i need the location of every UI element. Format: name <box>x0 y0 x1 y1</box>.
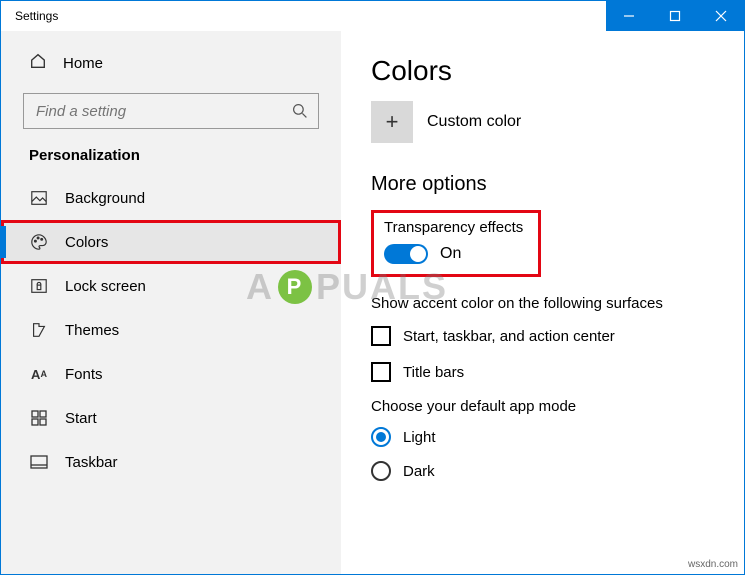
sidebar-item-label: Colors <box>65 234 108 251</box>
transparency-label: Transparency effects <box>384 219 528 236</box>
sidebar-item-start[interactable]: Start <box>1 396 341 440</box>
sidebar-item-background[interactable]: Background <box>1 176 341 220</box>
check-start-taskbar[interactable]: Start, taskbar, and action center <box>371 326 714 346</box>
transparency-toggle-row: On <box>384 244 528 264</box>
sidebar-item-label: Lock screen <box>65 278 146 295</box>
radio-icon[interactable] <box>371 461 391 481</box>
search-input[interactable] <box>34 102 292 121</box>
sidebar-item-colors[interactable]: Colors <box>1 220 341 264</box>
more-options-heading: More options <box>371 173 714 196</box>
sidebar-item-label: Start <box>65 410 97 427</box>
radio-icon[interactable] <box>371 427 391 447</box>
check-title-bars[interactable]: Title bars <box>371 362 714 382</box>
custom-color-row[interactable]: + Custom color <box>371 101 714 143</box>
settings-window: Settings Home <box>0 0 745 575</box>
close-icon <box>715 10 727 22</box>
home-nav[interactable]: Home <box>1 41 341 85</box>
source-label: wsxdn.com <box>688 559 738 570</box>
maximize-button[interactable] <box>652 1 698 31</box>
window-controls <box>606 1 744 31</box>
plus-icon: + <box>386 111 399 133</box>
check-label: Title bars <box>403 364 464 381</box>
window-title: Settings <box>1 9 58 23</box>
body: Home Personalization Background Co <box>1 31 744 574</box>
radio-label: Dark <box>403 463 435 480</box>
check-label: Start, taskbar, and action center <box>403 328 615 345</box>
picture-icon <box>29 188 49 208</box>
close-button[interactable] <box>698 1 744 31</box>
custom-color-label: Custom color <box>427 113 521 131</box>
home-icon <box>29 52 47 74</box>
sidebar-item-themes[interactable]: Themes <box>1 308 341 352</box>
checkbox-icon[interactable] <box>371 362 391 382</box>
search-wrap <box>1 93 341 147</box>
sidebar-item-taskbar[interactable]: Taskbar <box>1 440 341 484</box>
taskbar-icon <box>29 452 49 472</box>
start-icon <box>29 408 49 428</box>
search-box[interactable] <box>23 93 319 129</box>
sidebar-item-lock-screen[interactable]: Lock screen <box>1 264 341 308</box>
maximize-icon <box>669 10 681 22</box>
lock-screen-icon <box>29 276 49 296</box>
transparency-toggle[interactable] <box>384 244 428 264</box>
custom-color-swatch[interactable]: + <box>371 101 413 143</box>
main-content: Colors + Custom color More options Trans… <box>341 31 744 574</box>
minimize-icon <box>623 10 635 22</box>
checkbox-icon[interactable] <box>371 326 391 346</box>
app-mode-label: Choose your default app mode <box>371 398 714 415</box>
sidebar-item-label: Fonts <box>65 366 103 383</box>
transparency-group: Transparency effects On <box>371 210 541 277</box>
titlebar: Settings <box>1 1 744 31</box>
sidebar: Home Personalization Background Co <box>1 31 341 574</box>
transparency-state: On <box>440 245 461 263</box>
sidebar-item-label: Background <box>65 190 145 207</box>
palette-icon <box>29 232 49 252</box>
search-icon <box>292 103 308 119</box>
home-label: Home <box>63 55 103 72</box>
themes-icon <box>29 320 49 340</box>
fonts-icon: AA <box>29 364 49 384</box>
radio-light[interactable]: Light <box>371 427 714 447</box>
minimize-button[interactable] <box>606 1 652 31</box>
page-title: Colors <box>371 55 714 87</box>
sidebar-item-fonts[interactable]: AA Fonts <box>1 352 341 396</box>
radio-dark[interactable]: Dark <box>371 461 714 481</box>
radio-label: Light <box>403 429 436 446</box>
sidebar-item-label: Themes <box>65 322 119 339</box>
accent-surfaces-label: Show accent color on the following surfa… <box>371 295 714 312</box>
sidebar-item-label: Taskbar <box>65 454 118 471</box>
section-label: Personalization <box>1 147 341 176</box>
